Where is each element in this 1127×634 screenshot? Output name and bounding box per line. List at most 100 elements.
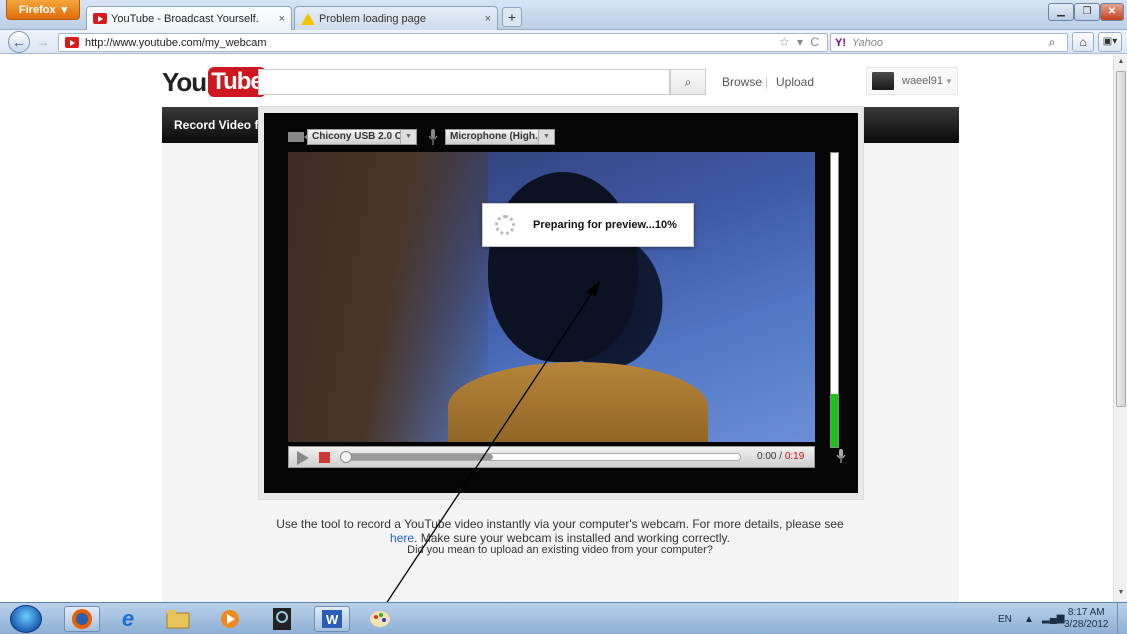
svg-text:W: W: [326, 612, 339, 627]
chevron-down-icon: ▼: [944, 76, 953, 86]
browser-titlebar: Firefox ▾ YouTube - Broadcast Yourself. …: [0, 0, 1127, 30]
volume-mic-icon[interactable]: [836, 448, 846, 464]
time-separator: /: [776, 451, 785, 462]
upload-existing-text[interactable]: Did you mean to upload an existing video…: [270, 544, 850, 556]
search-placeholder: Yahoo: [852, 36, 883, 49]
firefox-icon: [72, 609, 92, 629]
scrub-buffered: [342, 454, 494, 460]
tab-close-icon[interactable]: ×: [279, 13, 285, 25]
audio-level-fill: [831, 394, 838, 447]
zoin-app-icon: [273, 608, 291, 630]
username: waeel91: [902, 75, 943, 87]
time-total: 0:19: [784, 451, 805, 462]
new-tab-button[interactable]: +: [502, 7, 522, 27]
camera-select-value: Chicony USB 2.0 C..: [312, 131, 408, 142]
tab-label: Problem loading page: [319, 12, 427, 25]
description-text: Use the tool to record a YouTube video i…: [276, 517, 844, 531]
warning-icon: [301, 12, 315, 25]
word-icon: W: [322, 610, 342, 628]
scrub-handle[interactable]: [340, 451, 352, 463]
back-arrow-icon[interactable]: ←: [8, 31, 30, 53]
explorer-taskbar-icon[interactable]: [160, 606, 196, 632]
navigation-bar: ← → http://www.youtube.com/my_webcam ☆ ▾…: [0, 30, 1127, 54]
chevron-down-icon: ▾: [61, 4, 68, 16]
system-tray: EN ▲ ▂▄▆ 8:17 AM 3/28/2012: [990, 606, 1127, 632]
youtube-logo[interactable]: You Tube: [162, 67, 266, 97]
loading-spinner-icon: [495, 215, 515, 235]
webcam-description: Use the tool to record a YouTube video i…: [270, 517, 850, 545]
camera-icon: [288, 132, 309, 142]
show-desktop-button[interactable]: [1117, 603, 1127, 634]
tray-expand-icon[interactable]: ▲: [1024, 614, 1034, 625]
play-icon[interactable]: [297, 451, 309, 465]
camera-select[interactable]: Chicony USB 2.0 C.. ▼: [307, 129, 417, 145]
preparing-preview-dialog: Preparing for preview...10%: [482, 203, 694, 247]
avatar: [872, 72, 894, 90]
internet-explorer-taskbar-icon[interactable]: e: [110, 606, 146, 632]
media-player-taskbar-icon[interactable]: [212, 606, 248, 632]
scroll-up-icon[interactable]: ▲: [1116, 58, 1126, 65]
upload-link[interactable]: Upload: [776, 75, 814, 89]
folder-icon: [166, 610, 190, 629]
scroll-thumb[interactable]: [1116, 71, 1126, 407]
signal-icon[interactable]: ▂▄▆: [1042, 613, 1064, 624]
start-button-icon[interactable]: [10, 605, 42, 633]
time-display: 0:00 / 0:19: [757, 451, 804, 462]
webcam-preview: [288, 152, 815, 442]
language-indicator[interactable]: EN: [998, 614, 1012, 625]
scroll-down-icon[interactable]: ▼: [1116, 589, 1126, 596]
home-icon[interactable]: ⌂: [1072, 32, 1094, 52]
preview-status-text: Preparing for preview...10%: [533, 219, 677, 231]
video-subject: [488, 172, 638, 362]
scrub-bar[interactable]: [340, 451, 741, 463]
minimize-icon[interactable]: ▁: [1048, 3, 1074, 21]
forward-arrow-icon[interactable]: →: [33, 34, 53, 50]
tab-youtube[interactable]: YouTube - Broadcast Yourself. ×: [86, 6, 292, 30]
windows-taskbar: e W EN ▲ ▂▄▆ 8:17 AM 3/28/2012: [0, 602, 1127, 634]
paint-icon: [370, 611, 390, 627]
zoin-taskbar-icon[interactable]: [264, 606, 300, 632]
browse-link[interactable]: Browse: [722, 75, 762, 89]
audio-level-meter: [830, 152, 839, 448]
word-taskbar-icon[interactable]: W: [314, 606, 350, 632]
microphone-icon: [428, 129, 438, 145]
video-subject-shirt: [448, 362, 708, 442]
media-player-icon: [221, 610, 239, 628]
chevron-down-icon: ▼: [538, 130, 554, 144]
tab-label: YouTube - Broadcast Yourself.: [111, 12, 259, 25]
youtube-search-button[interactable]: ⌕: [670, 69, 706, 95]
close-icon[interactable]: ✕: [1100, 3, 1124, 21]
yahoo-logo-icon[interactable]: Y!: [835, 37, 846, 49]
maximize-icon[interactable]: ❐: [1074, 3, 1100, 21]
record-stop-icon[interactable]: [319, 452, 330, 463]
firefox-menu-button[interactable]: Firefox ▾: [6, 0, 80, 20]
tab-close-icon[interactable]: ×: [485, 13, 491, 25]
address-url: http://www.youtube.com/my_webcam: [85, 36, 267, 49]
address-bar[interactable]: http://www.youtube.com/my_webcam ☆ ▾ C: [58, 33, 828, 52]
details-link[interactable]: here: [390, 531, 414, 545]
user-menu[interactable]: waeel91 ▼: [866, 67, 958, 95]
bookmark-star-icon[interactable]: ☆ ▾ C: [779, 35, 821, 49]
description-text-2: . Make sure your webcam is installed and…: [414, 531, 730, 545]
page-scrollbar[interactable]: ▲ ▼: [1113, 55, 1127, 602]
clock-date: 3/28/2012: [1064, 619, 1109, 630]
search-bar[interactable]: Y! Yahoo: [830, 33, 1068, 52]
time-current: 0:00: [757, 451, 777, 462]
tab-problem-loading[interactable]: Problem loading page ×: [294, 6, 498, 30]
clock[interactable]: 8:17 AM 3/28/2012: [1064, 607, 1109, 631]
firefox-menu-label: Firefox: [18, 3, 56, 16]
logo-you: You: [162, 66, 207, 97]
microphone-select-value: Microphone (High..: [450, 131, 541, 142]
paint-taskbar-icon[interactable]: [362, 606, 398, 632]
youtube-search-input[interactable]: [258, 69, 670, 95]
playback-controls: 0:00 / 0:19: [288, 446, 815, 468]
search-icon[interactable]: ⌕: [1042, 32, 1062, 52]
site-favicon-icon: [65, 37, 79, 48]
clock-time: 8:17 AM: [1067, 607, 1105, 618]
ie-icon: e: [121, 606, 135, 631]
chevron-down-icon: ▼: [400, 130, 416, 144]
firefox-taskbar-icon[interactable]: [64, 606, 100, 632]
addon-menu-icon[interactable]: ▣▾: [1098, 32, 1122, 52]
nav-separator: |: [765, 75, 769, 89]
microphone-select[interactable]: Microphone (High.. ▼: [445, 129, 555, 145]
